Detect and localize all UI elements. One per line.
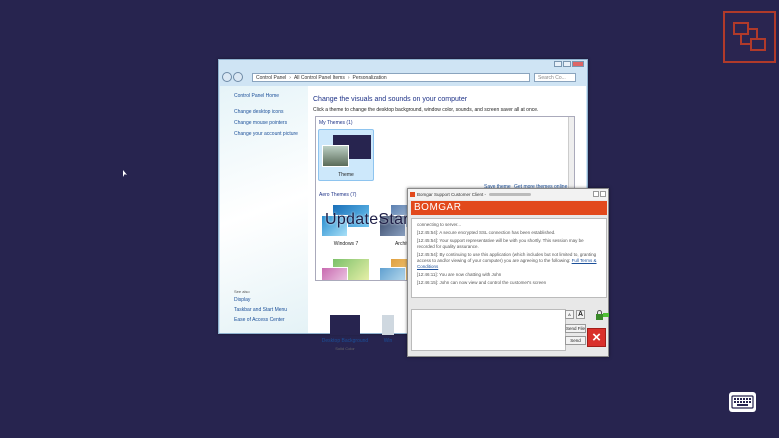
bomgar-close-button[interactable]: [600, 191, 606, 197]
bomgar-title: Bomgar Support Customer Client -: [417, 192, 487, 197]
breadcrumb-3[interactable]: Personalization: [353, 75, 387, 81]
my-themes-label: My Themes (1): [319, 120, 353, 126]
mouse-cursor-icon: [123, 170, 127, 177]
font-smaller-button[interactable]: A: [565, 310, 574, 319]
bomgar-minimize-button[interactable]: [593, 191, 599, 197]
see-also-ease-of-access[interactable]: Ease of Access Center: [234, 317, 285, 323]
window-color-button[interactable]: Win: [373, 315, 403, 344]
log-line: [12:45:54]: Your support representative …: [417, 238, 584, 249]
bomgar-logo: BOMGAR: [411, 201, 607, 215]
search-placeholder: Search Co...: [538, 74, 566, 81]
log-line: [12:45:54]: A secure encrypted SSL conne…: [417, 230, 556, 235]
bomgar-titlebar[interactable]: Bomgar Support Customer Client -: [408, 189, 608, 200]
desktop-background-value: Solid Color: [335, 346, 355, 351]
theme-item-characters[interactable]: [318, 255, 374, 280]
log-line: connecting to server...: [417, 222, 462, 227]
cp-titlebar[interactable]: [219, 60, 587, 70]
forward-icon[interactable]: [233, 72, 243, 82]
see-also-label: See also: [234, 289, 250, 294]
window-color-icon: [382, 315, 394, 335]
desktop-background-icon: [330, 315, 360, 335]
sidebar-item-mouse-pointers[interactable]: Change mouse pointers: [234, 120, 308, 126]
sidebar-item-account-picture[interactable]: Change your account picture: [234, 131, 308, 137]
keyboard-icon[interactable]: [729, 392, 756, 412]
window-color-label: Win: [383, 338, 393, 344]
sidebar-item-home[interactable]: Control Panel Home: [234, 93, 308, 99]
chat-input[interactable]: [411, 309, 566, 351]
send-file-button[interactable]: Send File: [565, 324, 586, 333]
lock-icon: [595, 310, 609, 320]
send-button[interactable]: Send: [565, 336, 586, 345]
desktop-background-button[interactable]: Desktop Background Solid Color: [320, 315, 370, 351]
theme-item-my[interactable]: Theme: [318, 129, 374, 181]
maximize-button[interactable]: [563, 61, 571, 67]
search-input[interactable]: Search Co...: [534, 73, 576, 82]
back-icon[interactable]: [222, 72, 232, 82]
page-title: Change the visuals and sounds on your co…: [313, 96, 468, 103]
address-row: Control Panel › All Control Panel Items …: [219, 71, 587, 84]
theme-name: Windows 7: [333, 241, 359, 247]
log-line: [12:45:54]: By continuing to use this ap…: [417, 252, 597, 269]
see-also-taskbar[interactable]: Taskbar and Start Menu: [234, 307, 287, 313]
page-subtitle: Click a theme to change the desktop back…: [313, 107, 539, 113]
chat-log: connecting to server... [12:45:54]: A se…: [411, 218, 607, 298]
theme-name: Theme: [338, 172, 354, 178]
close-button[interactable]: [572, 61, 584, 67]
address-bar[interactable]: Control Panel › All Control Panel Items …: [252, 73, 530, 82]
breadcrumb-2[interactable]: All Control Panel Items: [294, 75, 345, 81]
sidebar-item-desktop-icons[interactable]: Change desktop icons: [234, 109, 308, 115]
minimize-button[interactable]: [554, 61, 562, 67]
breadcrumb-1[interactable]: Control Panel: [256, 75, 286, 81]
log-line: [12:46:15]: John can now view and contro…: [417, 280, 547, 285]
log-line: [12:46:11]: You are now chatting with Jo…: [417, 272, 502, 277]
cp-sidebar: Control Panel Home Change desktop icons …: [220, 86, 308, 333]
bomgar-window: Bomgar Support Customer Client - BOMGAR …: [407, 188, 609, 357]
see-also-display[interactable]: Display: [234, 297, 250, 303]
desktop-background-label: Desktop Background: [321, 338, 369, 344]
redacted-name: [489, 193, 532, 196]
aero-themes-label: Aero Themes (7): [319, 192, 357, 198]
remote-control-icon[interactable]: [723, 11, 776, 63]
font-larger-button[interactable]: A: [576, 310, 585, 319]
close-icon[interactable]: ×: [587, 328, 606, 347]
bomgar-app-icon: [410, 192, 415, 197]
